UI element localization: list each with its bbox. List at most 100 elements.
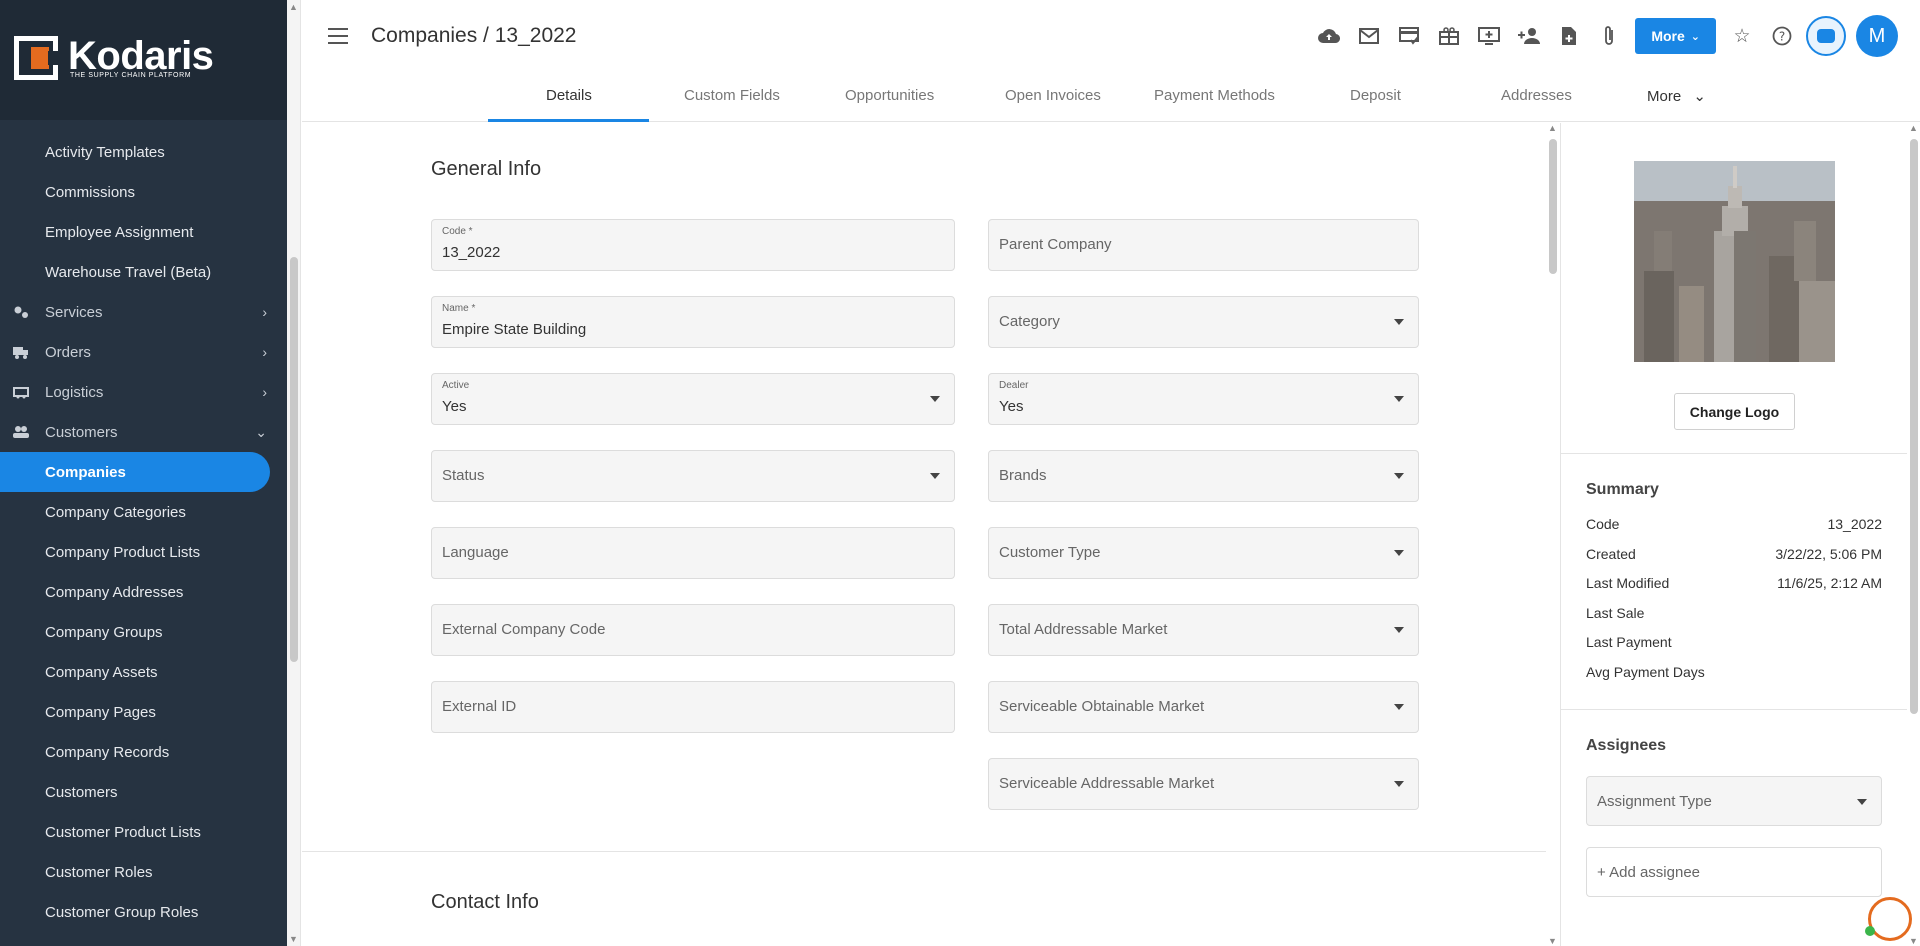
sidebar-item-label: Logistics — [45, 383, 104, 401]
sidebar-item-companies[interactable]: Companies — [0, 452, 270, 492]
gift-icon[interactable] — [1429, 17, 1469, 55]
menu-icon[interactable] — [328, 28, 348, 44]
customer-type-placeholder: Customer Type — [999, 544, 1101, 561]
contact-info-title: Contact Info — [431, 891, 539, 913]
code-field[interactable]: Code * 13_2022 — [431, 219, 955, 271]
dropdown-arrow-icon — [1394, 396, 1404, 402]
sidebar-item-customer-roles[interactable]: Customer Roles — [0, 852, 287, 892]
sidebar-item-company-product-lists[interactable]: Company Product Lists — [0, 532, 287, 572]
scroll-up-icon[interactable]: ▲ — [289, 2, 298, 12]
section-divider — [302, 851, 1546, 852]
parent-company-field[interactable]: Parent Company — [988, 219, 1419, 271]
total-addressable-market-select[interactable]: Total Addressable Market — [988, 604, 1419, 656]
dealer-select[interactable]: Dealer Yes — [988, 373, 1419, 425]
scroll-down-icon[interactable]: ▼ — [1909, 936, 1918, 946]
sidebar-item-activity-templates[interactable]: Activity Templates — [0, 132, 287, 172]
help-icon[interactable]: ? — [1762, 17, 1802, 55]
services-icon — [14, 306, 28, 318]
chat-support-icon[interactable] — [1865, 897, 1912, 941]
summary-row: Code 13_2022 — [1586, 516, 1882, 532]
active-select[interactable]: Active Yes — [431, 373, 955, 425]
scroll-up-icon[interactable]: ▲ — [1548, 123, 1557, 133]
name-field[interactable]: Name * Empire State Building — [431, 296, 955, 348]
payment-icon[interactable] — [1389, 17, 1429, 55]
sidebar-item-label: Commissions — [45, 183, 136, 201]
serviceable-obtainable-market-select[interactable]: Serviceable Obtainable Market — [988, 681, 1419, 733]
add-screen-icon[interactable] — [1469, 17, 1509, 55]
main-scroll-thumb[interactable] — [1549, 139, 1557, 274]
tab-addresses[interactable]: Addresses — [1501, 87, 1572, 104]
summary-label: Last Payment — [1586, 634, 1672, 650]
external-id-field[interactable]: External ID — [431, 681, 955, 733]
sidebar-item-label: Company Records — [45, 743, 170, 761]
tab-more[interactable]: More ⌄ — [1647, 87, 1706, 105]
status-select[interactable]: Status — [431, 450, 955, 502]
cloud-upload-icon[interactable] — [1309, 17, 1349, 55]
sidebar-item-orders[interactable]: Orders › — [0, 332, 287, 372]
summary-title: Summary — [1586, 481, 1659, 498]
brands-placeholder: Brands — [999, 467, 1047, 484]
sidebar-item-customers[interactable]: Customers ⌄ — [0, 412, 287, 452]
add-assignee-field[interactable]: + Add assignee — [1586, 847, 1882, 897]
assignment-type-select[interactable]: Assignment Type — [1586, 776, 1882, 826]
dropdown-arrow-icon — [1394, 473, 1404, 479]
sidebar-item-customer-product-lists[interactable]: Customer Product Lists — [0, 812, 287, 852]
change-logo-button[interactable]: Change Logo — [1674, 393, 1795, 430]
summary-label: Last Modified — [1586, 575, 1670, 591]
brand-logo[interactable]: Kodaris THE SUPPLY CHAIN PLATFORM — [0, 0, 287, 120]
add-person-icon[interactable] — [1509, 17, 1549, 55]
tab-open-invoices[interactable]: Open Invoices — [1005, 87, 1101, 104]
summary-row: Last Modified 11/6/25, 2:12 AM — [1586, 575, 1882, 591]
add-document-icon[interactable] — [1549, 17, 1589, 55]
sidebar-item-label: Employee Assignment — [45, 223, 194, 241]
star-icon[interactable]: ☆ — [1722, 17, 1762, 55]
serviceable-addressable-market-select[interactable]: Serviceable Addressable Market — [988, 758, 1419, 810]
sidebar-item-logistics[interactable]: Logistics › — [0, 372, 287, 412]
sidebar-item-company-records[interactable]: Company Records — [0, 732, 287, 772]
mail-icon[interactable] — [1349, 17, 1389, 55]
sidebar-item-company-addresses[interactable]: Company Addresses — [0, 572, 287, 612]
tab-more-label: More — [1647, 88, 1682, 105]
panel-scrollbar[interactable]: ▲ ▼ — [1907, 123, 1920, 946]
tab-payment-methods[interactable]: Payment Methods — [1154, 87, 1275, 104]
sidebar-scroll-thumb[interactable] — [290, 257, 298, 662]
sidebar-item-customers-list[interactable]: Customers — [0, 772, 287, 812]
dropdown-arrow-icon — [930, 473, 940, 479]
chevron-right-icon: › — [262, 304, 267, 320]
tab-custom-fields[interactable]: Custom Fields — [684, 87, 780, 104]
customer-type-select[interactable]: Customer Type — [988, 527, 1419, 579]
sidebar-scrollbar[interactable]: ▲ ▼ — [287, 0, 301, 946]
parent-company-placeholder: Parent Company — [999, 236, 1112, 253]
chevron-down-icon: ⌄ — [1693, 88, 1706, 105]
dropdown-arrow-icon — [1394, 319, 1404, 325]
assistant-bot-icon[interactable] — [1806, 16, 1846, 56]
external-company-code-field[interactable]: External Company Code — [431, 604, 955, 656]
user-avatar[interactable]: M — [1856, 15, 1898, 57]
more-button[interactable]: More ⌄ — [1635, 18, 1716, 54]
category-select[interactable]: Category — [988, 296, 1419, 348]
kodaris-logo-icon — [14, 36, 58, 80]
language-field[interactable]: Language — [431, 527, 955, 579]
dropdown-arrow-icon — [930, 396, 940, 402]
sidebar-item-company-groups[interactable]: Company Groups — [0, 612, 287, 652]
summary-value: 13_2022 — [1827, 516, 1882, 532]
brands-select[interactable]: Brands — [988, 450, 1419, 502]
tab-details[interactable]: Details — [546, 87, 592, 104]
sidebar-item-services[interactable]: Services › — [0, 292, 287, 332]
attachment-icon[interactable] — [1589, 17, 1629, 55]
tab-deposit[interactable]: Deposit — [1350, 87, 1401, 104]
sidebar-item-company-pages[interactable]: Company Pages — [0, 692, 287, 732]
tab-opportunities[interactable]: Opportunities — [845, 87, 934, 104]
main-scrollbar[interactable]: ▲ ▼ — [1546, 123, 1560, 946]
scroll-down-icon[interactable]: ▼ — [289, 934, 298, 944]
panel-scroll-thumb[interactable] — [1910, 139, 1918, 714]
sidebar-item-commissions[interactable]: Commissions — [0, 172, 287, 212]
scroll-down-icon[interactable]: ▼ — [1548, 936, 1557, 946]
page-title: Companies / 13_2022 — [371, 24, 577, 47]
sidebar-item-customer-group-roles[interactable]: Customer Group Roles — [0, 892, 287, 932]
sidebar-item-company-assets[interactable]: Company Assets — [0, 652, 287, 692]
sidebar-item-warehouse-travel[interactable]: Warehouse Travel (Beta) — [0, 252, 287, 292]
sidebar-item-company-categories[interactable]: Company Categories — [0, 492, 287, 532]
sidebar-item-employee-assignment[interactable]: Employee Assignment — [0, 212, 287, 252]
scroll-up-icon[interactable]: ▲ — [1909, 123, 1918, 133]
